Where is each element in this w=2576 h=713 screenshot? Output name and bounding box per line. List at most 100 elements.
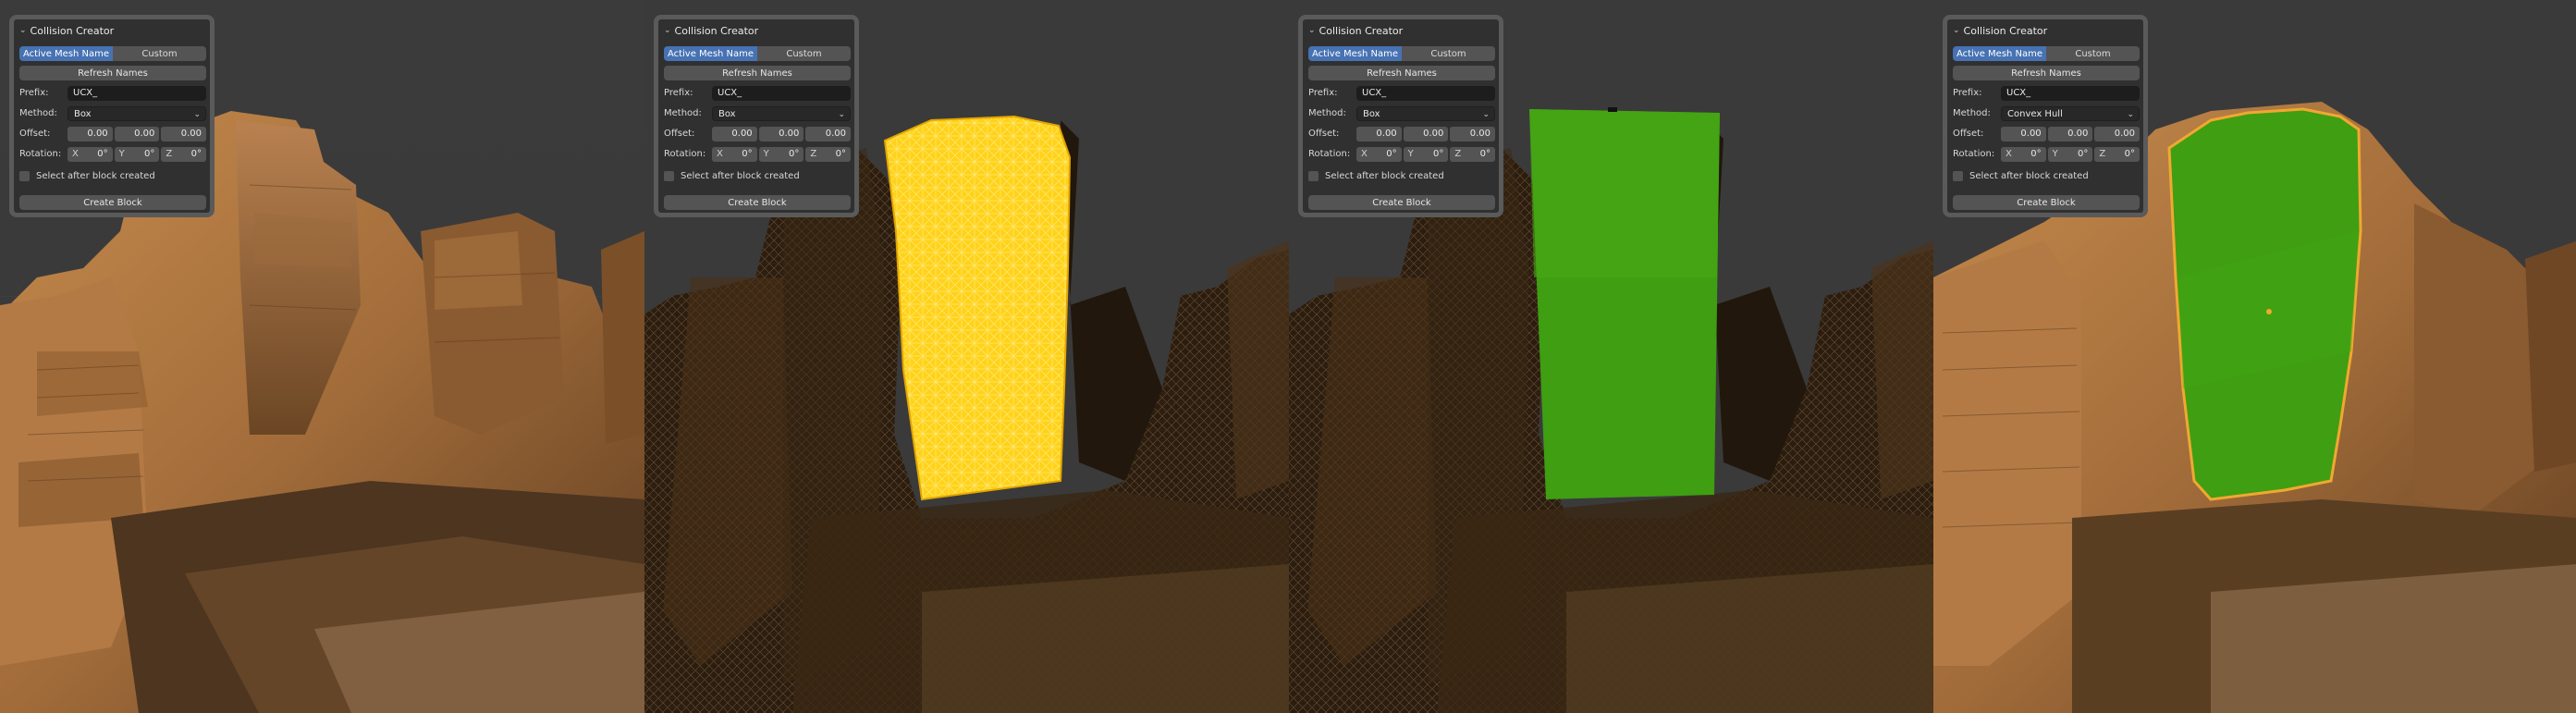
- create-block-button[interactable]: Create Block: [1308, 195, 1495, 210]
- refresh-names-button[interactable]: Refresh Names: [1953, 66, 2140, 80]
- method-select[interactable]: Box ⌄: [1356, 106, 1495, 121]
- create-block-button[interactable]: Create Block: [664, 195, 851, 210]
- refresh-names-button[interactable]: Refresh Names: [664, 66, 851, 80]
- select-after-checkbox[interactable]: [1308, 171, 1319, 181]
- select-after-label: Select after block created: [36, 171, 155, 181]
- panel-header[interactable]: ⌄ Collision Creator: [1953, 22, 2047, 39]
- rotation-label: Rotation:: [1308, 149, 1351, 159]
- prefix-label: Prefix:: [19, 88, 49, 98]
- collision-creator-panel: ⌄ Collision Creator Active Mesh Name Cus…: [9, 15, 215, 217]
- offset-y-field[interactable]: 0.00: [1403, 127, 1449, 141]
- collision-creator-panel: ⌄ Collision Creator Active Mesh Name Cus…: [1943, 15, 2148, 217]
- offset-label: Offset:: [1308, 129, 1340, 139]
- mode-active-mesh-name[interactable]: Active Mesh Name: [1953, 46, 2046, 61]
- rotation-y-field[interactable]: Y 0°: [114, 147, 160, 162]
- method-value: Box: [1363, 109, 1380, 119]
- viewport-4[interactable]: ⌄ Collision Creator Active Mesh Name Cus…: [1933, 0, 2576, 713]
- rotation-fields: X 0° Y 0° Z 0°: [67, 147, 207, 162]
- rotation-z-field[interactable]: Z 0°: [1450, 147, 1496, 162]
- offset-label: Offset:: [1953, 129, 1984, 139]
- mode-toggle: Active Mesh Name Custom: [1308, 46, 1495, 61]
- offset-z-field[interactable]: 0.00: [1450, 127, 1496, 141]
- panel-header[interactable]: ⌄ Collision Creator: [664, 22, 758, 39]
- panel-title: Collision Creator: [1963, 24, 2048, 37]
- refresh-names-button[interactable]: Refresh Names: [19, 66, 206, 80]
- offset-y-field[interactable]: 0.00: [2047, 127, 2093, 141]
- chevron-down-icon: ⌄: [1482, 110, 1490, 119]
- offset-x-field[interactable]: 0.00: [1356, 127, 1402, 141]
- rotation-fields: X 0° Y 0° Z 0°: [712, 147, 852, 162]
- offset-y-field[interactable]: 0.00: [758, 127, 804, 141]
- viewport-strip: ⌄ Collision Creator Active Mesh Name Cus…: [0, 0, 2576, 713]
- rotation-z-field[interactable]: Z 0°: [2094, 147, 2141, 162]
- mode-custom[interactable]: Custom: [113, 46, 206, 61]
- mode-toggle: Active Mesh Name Custom: [664, 46, 851, 61]
- prefix-input[interactable]: UCX_: [2001, 86, 2140, 101]
- rotation-x-field[interactable]: X 0°: [2001, 147, 2046, 162]
- offset-z-field[interactable]: 0.00: [161, 127, 207, 141]
- rotation-fields: X 0° Y 0° Z 0°: [2001, 147, 2141, 162]
- method-label: Method:: [1953, 108, 1991, 118]
- method-select[interactable]: Box ⌄: [67, 106, 206, 121]
- prefix-input[interactable]: UCX_: [1356, 86, 1495, 101]
- rotation-fields: X 0° Y 0° Z 0°: [1356, 147, 1496, 162]
- select-after-checkbox[interactable]: [664, 171, 674, 181]
- rotation-y-field[interactable]: Y 0°: [1403, 147, 1449, 162]
- prefix-input[interactable]: UCX_: [67, 86, 206, 101]
- chevron-down-icon: ⌄: [2127, 110, 2134, 119]
- rotation-y-field[interactable]: Y 0°: [758, 147, 804, 162]
- viewport-1[interactable]: ⌄ Collision Creator Active Mesh Name Cus…: [0, 0, 644, 713]
- panel-header[interactable]: ⌄ Collision Creator: [1308, 22, 1403, 39]
- refresh-names-button[interactable]: Refresh Names: [1308, 66, 1495, 80]
- prefix-label: Prefix:: [1308, 88, 1338, 98]
- mode-custom[interactable]: Custom: [2046, 46, 2140, 61]
- offset-fields: 0.00 0.00 0.00: [1356, 127, 1496, 141]
- panel-header[interactable]: ⌄ Collision Creator: [19, 22, 114, 39]
- chevron-down-icon[interactable]: ⌄: [1953, 26, 1960, 35]
- select-after-checkbox[interactable]: [1953, 171, 1963, 181]
- select-after-label: Select after block created: [1325, 171, 1444, 181]
- offset-x-field[interactable]: 0.00: [712, 127, 757, 141]
- prefix-input[interactable]: UCX_: [712, 86, 851, 101]
- rotation-z-field[interactable]: Z 0°: [161, 147, 207, 162]
- panel-title: Collision Creator: [1319, 24, 1404, 37]
- offset-z-field[interactable]: 0.00: [805, 127, 852, 141]
- method-value: Box: [718, 109, 736, 119]
- mode-custom[interactable]: Custom: [757, 46, 851, 61]
- viewport-3[interactable]: ⌄ Collision Creator Active Mesh Name Cus…: [1289, 0, 1933, 713]
- method-select[interactable]: Convex Hull ⌄: [2001, 106, 2140, 121]
- rotation-x-field[interactable]: X 0°: [712, 147, 757, 162]
- viewport-2[interactable]: ⌄ Collision Creator Active Mesh Name Cus…: [644, 0, 1289, 713]
- mode-custom[interactable]: Custom: [1402, 46, 1495, 61]
- select-after-checkbox[interactable]: [19, 171, 30, 181]
- chevron-down-icon[interactable]: ⌄: [664, 26, 671, 35]
- offset-y-field[interactable]: 0.00: [114, 127, 160, 141]
- offset-fields: 0.00 0.00 0.00: [712, 127, 852, 141]
- panel-title: Collision Creator: [674, 24, 759, 37]
- chevron-down-icon[interactable]: ⌄: [1308, 26, 1316, 35]
- offset-x-field[interactable]: 0.00: [2001, 127, 2046, 141]
- rotation-z-field[interactable]: Z 0°: [805, 147, 852, 162]
- mode-active-mesh-name[interactable]: Active Mesh Name: [664, 46, 757, 61]
- chevron-down-icon[interactable]: ⌄: [19, 26, 27, 35]
- offset-x-field[interactable]: 0.00: [67, 127, 113, 141]
- mode-toggle: Active Mesh Name Custom: [19, 46, 206, 61]
- rotation-x-field[interactable]: X 0°: [67, 147, 113, 162]
- offset-fields: 0.00 0.00 0.00: [67, 127, 207, 141]
- create-block-button[interactable]: Create Block: [19, 195, 206, 210]
- method-label: Method:: [19, 108, 57, 118]
- prefix-label: Prefix:: [1953, 88, 1982, 98]
- method-value: Convex Hull: [2007, 109, 2063, 119]
- chevron-down-icon: ⌄: [838, 110, 845, 119]
- rotation-label: Rotation:: [1953, 149, 1995, 159]
- create-block-button[interactable]: Create Block: [1953, 195, 2140, 210]
- collision-creator-panel: ⌄ Collision Creator Active Mesh Name Cus…: [1298, 15, 1503, 217]
- mode-toggle: Active Mesh Name Custom: [1953, 46, 2140, 61]
- mode-active-mesh-name[interactable]: Active Mesh Name: [19, 46, 113, 61]
- mode-active-mesh-name[interactable]: Active Mesh Name: [1308, 46, 1402, 61]
- rotation-x-field[interactable]: X 0°: [1356, 147, 1402, 162]
- select-after-label: Select after block created: [1969, 171, 2089, 181]
- rotation-y-field[interactable]: Y 0°: [2047, 147, 2093, 162]
- method-select[interactable]: Box ⌄: [712, 106, 851, 121]
- offset-z-field[interactable]: 0.00: [2094, 127, 2141, 141]
